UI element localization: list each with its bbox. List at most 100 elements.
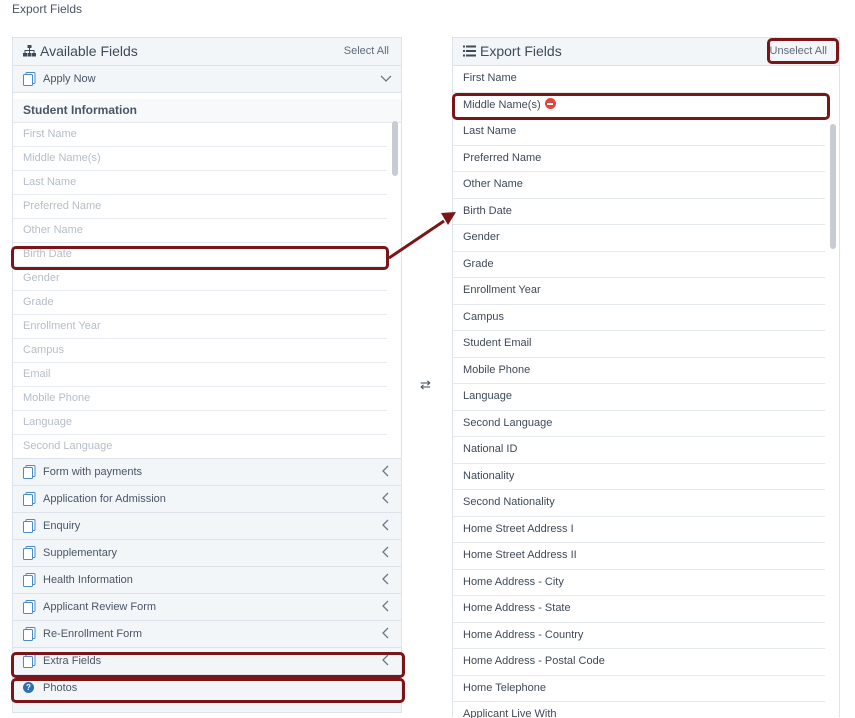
export-field-item[interactable]: Second Nationality <box>453 490 825 517</box>
export-field-item[interactable]: Home Street Address II <box>453 543 825 570</box>
available-field-item[interactable]: Gender <box>13 267 387 291</box>
form-row[interactable]: Applicant Review Form <box>13 594 401 621</box>
export-field-item[interactable]: First Name <box>453 66 825 93</box>
form-row[interactable]: Enquiry <box>13 513 401 540</box>
available-field-item[interactable]: Middle Name(s) <box>13 147 387 171</box>
chevron-left-icon[interactable] <box>379 572 393 586</box>
export-field-item[interactable]: Language <box>453 384 825 411</box>
export-fields-panel: Export Fields Unselect All First Name Mid… <box>452 37 840 718</box>
highlight-unselect-all <box>767 38 839 64</box>
available-field-item[interactable]: Preferred Name <box>13 195 387 219</box>
scrollbar-thumb[interactable] <box>392 121 398 176</box>
export-field-label: First Name <box>463 72 517 84</box>
export-field-label: Nationality <box>463 469 515 482</box>
available-field-item[interactable]: Campus <box>13 339 387 363</box>
document-icon <box>23 72 36 86</box>
export-field-label: Preferred Name <box>463 151 542 164</box>
available-field-item[interactable]: Grade <box>13 291 387 315</box>
form-label: Re-Enrollment Form <box>43 628 143 640</box>
export-field-item[interactable]: Birth Date <box>453 199 825 225</box>
chevron-left-icon[interactable] <box>379 518 393 532</box>
export-field-label: Home Address - Country <box>463 628 584 641</box>
available-fields-list: Student Information First Name Middle Nam… <box>13 93 401 459</box>
highlight-photos <box>11 678 405 703</box>
form-label: Form with payments <box>43 466 143 478</box>
chevron-left-icon[interactable] <box>379 626 393 640</box>
export-field-item[interactable]: Student Email <box>453 331 825 358</box>
page-title: Export Fields <box>12 2 83 16</box>
export-field-label: Enrollment Year <box>463 284 541 296</box>
export-field-item[interactable]: Last Name <box>453 119 825 146</box>
form-label: Application for Admission <box>43 493 166 505</box>
export-fields-list: First Name Middle Name(s) Last Name Preferr… <box>453 66 839 718</box>
export-field-item[interactable]: Applicant Live With <box>453 702 825 718</box>
export-field-label: Home Telephone <box>463 681 546 694</box>
export-field-item[interactable]: Home Address - State <box>453 596 825 623</box>
form-row[interactable]: Form with payments <box>13 459 401 486</box>
available-fields-title: Available Fields <box>40 43 138 59</box>
available-field-item[interactable]: Mobile Phone <box>13 387 387 411</box>
export-field-item[interactable]: Enrollment Year <box>453 278 825 305</box>
chevron-left-icon[interactable] <box>379 545 393 559</box>
export-fields-title: Export Fields <box>480 43 562 59</box>
export-field-item[interactable]: Other Name <box>453 172 825 199</box>
export-field-item[interactable]: Home Telephone <box>453 676 825 702</box>
export-field-item[interactable]: Second Language <box>453 411 825 437</box>
export-field-item[interactable]: Home Address - City <box>453 570 825 596</box>
available-field-item[interactable]: Enrollment Year <box>13 315 387 339</box>
export-field-label: Last Name <box>463 125 517 137</box>
chevron-left-icon[interactable] <box>379 491 393 505</box>
export-field-item[interactable]: Home Address - Country <box>453 623 825 649</box>
export-field-label: National ID <box>463 443 518 455</box>
chevron-left-icon[interactable] <box>379 599 393 613</box>
document-icon <box>23 573 36 587</box>
swap-icon[interactable]: ⇄ <box>420 377 431 393</box>
available-field-item[interactable]: Second Language <box>13 435 387 458</box>
highlight-middle-name <box>452 93 830 120</box>
export-field-label: Home Street Address II <box>463 549 577 561</box>
document-icon <box>23 546 36 560</box>
form-row[interactable]: Supplementary <box>13 540 401 567</box>
chevron-left-icon[interactable] <box>379 464 393 478</box>
export-field-item[interactable]: Nationality <box>453 464 825 490</box>
export-field-label: Mobile Phone <box>463 363 531 376</box>
form-label: Supplementary <box>43 547 117 559</box>
sitemap-icon <box>23 45 36 57</box>
form-row[interactable]: Health Information <box>13 567 401 594</box>
export-field-item[interactable]: Campus <box>453 305 825 331</box>
export-field-item[interactable]: Home Address - Postal Code <box>453 649 825 676</box>
form-row[interactable]: Re-Enrollment Form <box>13 621 401 648</box>
form-apply-now[interactable]: Apply Now <box>13 66 401 93</box>
highlight-birth-date <box>11 246 389 270</box>
chevron-down-icon[interactable] <box>379 71 393 85</box>
available-field-item[interactable]: Other Name <box>13 219 387 243</box>
export-field-label: Campus <box>463 310 504 323</box>
available-field-item[interactable]: Email <box>13 363 387 387</box>
form-label: Applicant Review Form <box>43 601 157 613</box>
export-field-label: Home Address - State <box>463 602 571 614</box>
export-field-label: Home Address - City <box>463 575 564 588</box>
select-all-button[interactable]: Select All <box>344 45 389 57</box>
export-field-label: Home Address - Postal Code <box>463 655 605 667</box>
form-label: Health Information <box>43 574 133 586</box>
available-field-item[interactable]: First Name <box>13 123 387 147</box>
export-field-item[interactable]: Mobile Phone <box>453 358 825 384</box>
available-field-item[interactable]: Last Name <box>13 171 387 195</box>
group-title: Student Information <box>13 99 401 123</box>
export-field-item[interactable]: Grade <box>453 252 825 278</box>
export-field-item[interactable]: Home Street Address I <box>453 517 825 543</box>
form-label: Enquiry <box>43 520 81 532</box>
export-field-label: Second Nationality <box>463 496 555 508</box>
form-label: Apply Now <box>43 73 96 85</box>
document-icon <box>23 519 36 533</box>
form-row[interactable]: Application for Admission <box>13 486 401 513</box>
export-field-item[interactable]: Preferred Name <box>453 146 825 172</box>
available-field-item[interactable]: Language <box>13 411 387 435</box>
highlight-extra-fields <box>11 652 405 678</box>
document-icon <box>23 465 36 479</box>
scrollbar-thumb[interactable] <box>830 124 836 249</box>
export-field-label: Second Language <box>463 416 553 429</box>
export-field-item[interactable]: National ID <box>453 437 825 464</box>
export-field-item[interactable]: Gender <box>453 225 825 252</box>
export-field-label: Birth Date <box>463 204 512 217</box>
